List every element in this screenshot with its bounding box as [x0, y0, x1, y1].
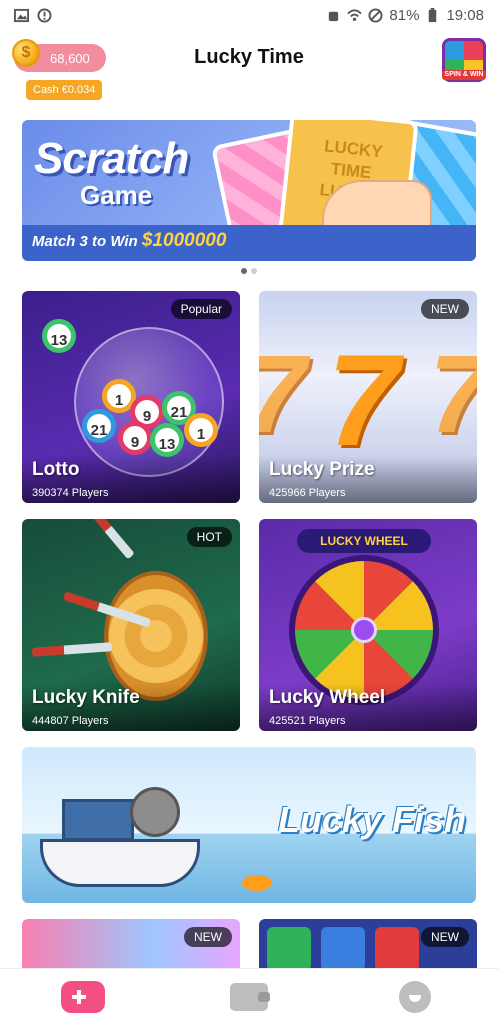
banner-title: Scratch: [34, 134, 189, 183]
lotto-ball: 13: [150, 423, 184, 457]
screen: 81% 19:08 68,600 $ Cash €0.034 Lucky Tim…: [0, 0, 498, 1024]
slot-seven-icon: 7: [259, 331, 306, 458]
banner-subtitle: Game: [80, 180, 153, 210]
boat-cabin: [62, 799, 134, 841]
gallery-icon: [14, 8, 29, 22]
banner-prize: $1000000: [141, 230, 227, 251]
wallet-icon: [230, 982, 270, 1011]
lotto-ball: 9: [118, 421, 152, 455]
nav-wallet[interactable]: [166, 969, 332, 1024]
player-count: 390374 Players: [32, 487, 109, 499]
game-tile-lucky-knife[interactable]: HOT Lucky Knife 444807 Players: [22, 519, 240, 731]
game-tile-lucky-fish[interactable]: Lucky Fish: [22, 747, 476, 903]
gem-icon: [321, 927, 365, 971]
game-tile-lotto[interactable]: 13 1 9 21 21 9 13 1 Popular Lotto 390374…: [22, 291, 240, 503]
lotto-ball: 21: [82, 409, 116, 443]
games-icon: [61, 980, 105, 1013]
wifi-icon: [347, 8, 363, 21]
boat-icon: [40, 839, 200, 887]
header: 68,600 $ Cash €0.034 Lucky Time SPIN & W…: [0, 32, 498, 102]
gem-icon: [267, 927, 311, 971]
game-name: Lucky Wheel: [269, 687, 386, 708]
pagination-dot-2[interactable]: [251, 268, 257, 274]
pagination-dot-1[interactable]: [241, 268, 247, 274]
game-name: Lucky Knife: [32, 687, 140, 708]
tag-badge: NEW: [421, 299, 469, 319]
fish-icon: [242, 875, 272, 891]
nav-games[interactable]: [0, 969, 166, 1024]
game-name: Lucky Prize: [269, 459, 375, 480]
tag-badge: NEW: [184, 927, 232, 947]
banner-match-text: Match 3 to Win $1000000: [32, 230, 226, 252]
battery-icon: [429, 7, 437, 22]
lotto-ball: 13: [42, 319, 76, 353]
spin-win-label: SPIN & WIN: [442, 70, 486, 80]
tag-badge: NEW: [421, 927, 469, 947]
banner-match-label: Match 3 to Win: [32, 233, 138, 250]
featured-title: Lucky Fish: [278, 799, 467, 840]
gem-icon: [375, 927, 419, 971]
alert-icon: [37, 7, 52, 23]
player-count: 425521 Players: [269, 715, 346, 727]
lotto-ball: 1: [184, 413, 218, 447]
player-count: 444807 Players: [32, 715, 109, 727]
knife-icon: [31, 642, 113, 657]
bottom-nav: [0, 968, 498, 1024]
clock: 19:08: [446, 6, 484, 24]
slot-seven-icon: 7: [327, 327, 400, 473]
banner-pagination: [0, 268, 498, 274]
knife-icon: [89, 519, 135, 560]
player-count: 425966 Players: [269, 487, 346, 499]
profile-icon: [399, 980, 431, 1013]
page-title: Lucky Time: [194, 46, 304, 68]
cat-fisher-icon: [130, 787, 180, 837]
wheel-hub: [351, 617, 377, 643]
game-tile-lucky-wheel[interactable]: LUCKY WHEEL Lucky Wheel 425521 Players: [259, 519, 477, 731]
cash-balance[interactable]: Cash €0.034: [26, 80, 103, 100]
game-tile-lucky-prize[interactable]: 7 7 7 NEW Lucky Prize 425966 Players: [259, 291, 477, 503]
android-icon: [329, 11, 339, 21]
tag-badge: HOT: [186, 527, 232, 547]
no-sim-icon: [368, 7, 383, 23]
scratch-game-banner[interactable]: LUCKY TIME LUCKY TIME LUCKY TIME Scratch…: [22, 120, 476, 261]
status-bar: 81% 19:08: [0, 0, 498, 30]
log-target-icon: [104, 571, 208, 701]
wheel-banner: LUCKY WHEEL: [297, 529, 431, 553]
slot-seven-icon: 7: [429, 331, 477, 458]
game-name: Lotto: [32, 459, 80, 480]
nav-profile[interactable]: [332, 969, 498, 1024]
battery-percent: 81%: [389, 6, 420, 24]
tag-badge: Popular: [170, 299, 232, 319]
